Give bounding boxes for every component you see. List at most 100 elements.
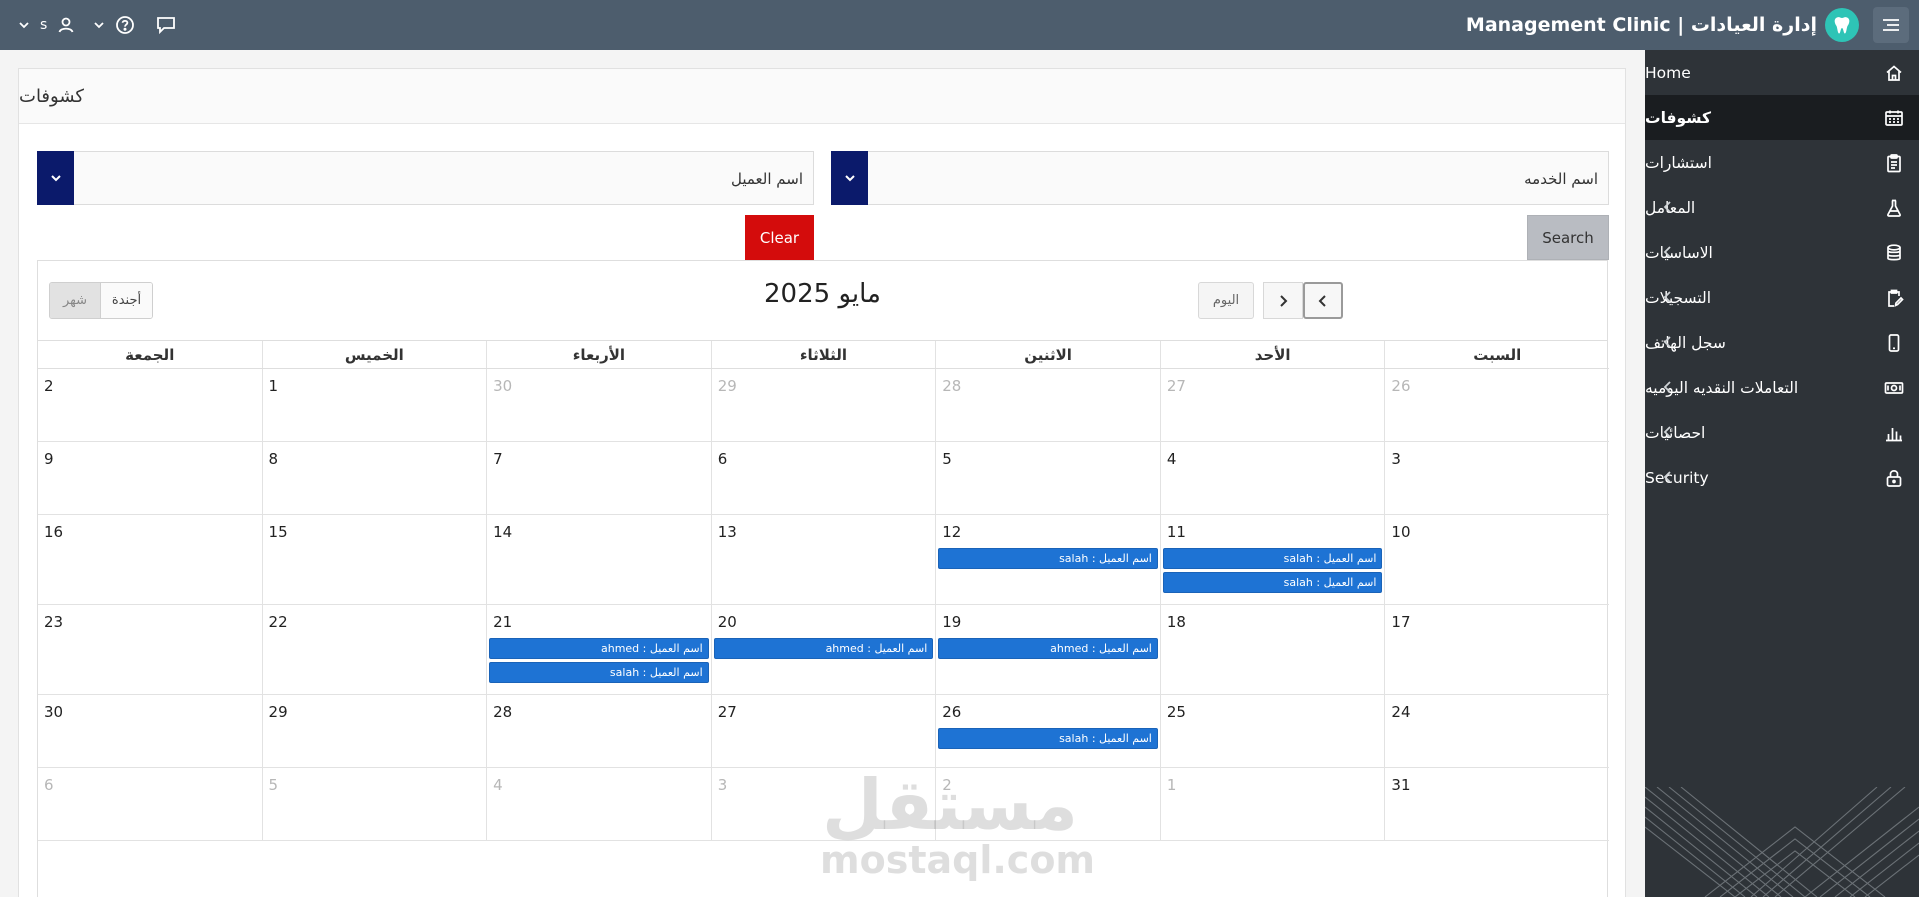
calendar-event[interactable]: اسم العميل : ahmed <box>489 638 709 659</box>
calendar-day-cell[interactable]: 11 اسم العميل : salah اسم العميل : salah <box>1159 515 1385 604</box>
calendar-day-cell[interactable]: 7 <box>486 442 711 514</box>
help-icon[interactable] <box>115 14 135 36</box>
calendar-event[interactable]: اسم العميل : salah <box>1162 572 1383 593</box>
calendar-day-cell[interactable]: 14 <box>486 515 711 604</box>
day-number: 30 <box>493 377 513 395</box>
calendar-day-cell[interactable]: 3 <box>1384 442 1609 514</box>
calendar-day-cell[interactable]: 13 <box>710 515 936 604</box>
sidebar-item-security[interactable]: Security <box>1645 455 1919 500</box>
user-initial[interactable]: s <box>40 17 47 33</box>
calendar-day-cell[interactable]: 26 اسم العميل : salah <box>935 695 1160 767</box>
sidebar-item-label: كشوفات <box>1645 108 1712 127</box>
calendar-day-cell[interactable]: 24 <box>1384 695 1609 767</box>
clear-button[interactable]: Clear <box>745 215 814 260</box>
calendar-event[interactable]: اسم العميل : salah <box>938 728 1158 749</box>
sidebar-item-label: التسجيلات <box>1645 288 1712 307</box>
day-number: 21 <box>493 613 513 631</box>
today-button[interactable]: اليوم <box>1198 282 1254 319</box>
calendar-day-cell[interactable]: 2 <box>38 369 262 441</box>
calendar-day-cell[interactable]: 4 <box>1159 442 1385 514</box>
day-number: 27 <box>717 703 737 721</box>
calendar-event[interactable]: اسم العميل : ahmed <box>713 638 934 659</box>
day-number: 3 <box>1391 450 1401 468</box>
calendar-day-cell[interactable]: 6 <box>38 768 262 840</box>
calendar-day-cell[interactable]: 20 اسم العميل : ahmed <box>710 605 936 694</box>
clipboard-edit-icon <box>1884 288 1904 308</box>
calendar-day-cell[interactable]: 5 <box>261 768 487 840</box>
calendar-week-row: 31 1 2 3 4 5 6 <box>38 768 1609 841</box>
calendar-event[interactable]: اسم العميل : salah <box>1162 548 1383 569</box>
sidebar-item-label: Home <box>1645 63 1691 82</box>
day-number: 13 <box>717 523 737 541</box>
app-brand[interactable]: Management Clinic | إدارة العيادات <box>1466 0 1859 50</box>
calendar-day-cell[interactable]: 30 <box>38 695 262 767</box>
calendar-day-cell[interactable]: 25 <box>1159 695 1385 767</box>
calendar-day-cell[interactable]: 12 اسم العميل : salah <box>935 515 1160 604</box>
chat-icon[interactable] <box>155 14 177 36</box>
day-number: 27 <box>1166 377 1186 395</box>
calendar-day-cell[interactable]: 29 <box>710 369 936 441</box>
help-menu-chevron-icon[interactable] <box>93 14 105 36</box>
sidebar-item-registrations[interactable]: التسجيلات <box>1645 275 1919 320</box>
calendar-day-cell[interactable]: 2 <box>935 768 1160 840</box>
sidebar-item-examinations[interactable]: كشوفات <box>1645 95 1919 140</box>
calendar-day-cell[interactable]: 15 <box>261 515 487 604</box>
calendar-day-cell[interactable]: 4 <box>486 768 711 840</box>
calendar-day-cell[interactable]: 19 اسم العميل : ahmed <box>935 605 1160 694</box>
calendar-day-cell[interactable]: 31 <box>1384 768 1609 840</box>
calendar-day-cell[interactable]: 10 <box>1384 515 1609 604</box>
sidebar-item-basics[interactable]: الاساسيات <box>1645 230 1919 275</box>
next-month-button[interactable] <box>1303 282 1343 319</box>
service-select[interactable]: اسم الخدمه <box>831 151 1609 205</box>
calendar-day-cell[interactable]: 21 اسم العميل : ahmed اسم العميل : salah <box>486 605 711 694</box>
calendar-day-cell[interactable]: 17 <box>1384 605 1609 694</box>
calendar-day-cell[interactable]: 6 <box>710 442 936 514</box>
calendar-week-row: 24 25 26 اسم العميل : salah 27 28 29 30 <box>38 695 1609 768</box>
calendar-day-cell[interactable]: 5 <box>935 442 1160 514</box>
calendar-day-cell[interactable]: 9 <box>38 442 262 514</box>
sidebar-item-consultations[interactable]: استشارات <box>1645 140 1919 185</box>
calendar-day-cell[interactable]: 3 <box>710 768 936 840</box>
user-menu-chevron-icon[interactable] <box>18 14 30 36</box>
hamburger-menu-button[interactable] <box>1873 7 1909 43</box>
sidebar-item-label: سجل الهاتف <box>1645 333 1726 352</box>
calendar-day-cell[interactable]: 23 <box>38 605 262 694</box>
sidebar-item-phone-log[interactable]: سجل الهاتف <box>1645 320 1919 365</box>
calendar-day-cell[interactable]: 30 <box>486 369 711 441</box>
calendar-event[interactable]: اسم العميل : ahmed <box>938 638 1158 659</box>
calendar-day-cell[interactable]: 18 <box>1159 605 1385 694</box>
top-header: s Management Clinic | إدارة العيادات <box>0 0 1919 50</box>
chevron-down-icon <box>50 175 61 182</box>
calendar-day-cell[interactable]: 26 <box>1384 369 1609 441</box>
previous-month-button[interactable] <box>1263 282 1303 319</box>
search-button[interactable]: Search <box>1527 215 1609 260</box>
user-icon[interactable] <box>57 14 75 36</box>
sidebar-item-home[interactable]: Home <box>1645 50 1919 95</box>
day-number: 6 <box>717 450 728 468</box>
calendar-day-cell[interactable]: 8 <box>261 442 487 514</box>
calendar-day-cell[interactable]: 29 <box>261 695 487 767</box>
calendar-day-cell[interactable]: 1 <box>261 369 487 441</box>
calendar-day-cell[interactable]: 28 <box>935 369 1160 441</box>
client-select-dropdown-button[interactable] <box>37 151 74 205</box>
day-events: اسم العميل : ahmed اسم العميل : salah <box>489 638 709 683</box>
client-select[interactable]: اسم العميل <box>37 151 814 205</box>
sidebar-item-statistics[interactable]: احصائيات <box>1645 410 1919 455</box>
weekday-label: السبت <box>1384 341 1609 368</box>
calendar-day-cell[interactable]: 27 <box>710 695 936 767</box>
lock-icon <box>1884 468 1904 488</box>
service-select-dropdown-button[interactable] <box>831 151 868 205</box>
sidebar-item-daily-cash[interactable]: التعاملات النقديه اليوميه <box>1645 365 1919 410</box>
calendar-day-cell[interactable]: 28 <box>486 695 711 767</box>
calendar-week-row: 26 27 28 29 30 1 2 <box>38 369 1609 442</box>
sidebar-item-labs[interactable]: المعامل <box>1645 185 1919 230</box>
tooth-logo-icon <box>1825 8 1859 42</box>
calendar-day-cell[interactable]: 16 <box>38 515 262 604</box>
calendar-day-cell[interactable]: 1 <box>1159 768 1385 840</box>
calendar-event[interactable]: اسم العميل : salah <box>489 662 709 683</box>
calendar-day-cell[interactable]: 27 <box>1159 369 1385 441</box>
chevron-left-icon <box>1661 289 1675 305</box>
calendar-event[interactable]: اسم العميل : salah <box>938 548 1158 569</box>
calendar-day-cell[interactable]: 22 <box>261 605 487 694</box>
day-number: 10 <box>1391 523 1411 541</box>
